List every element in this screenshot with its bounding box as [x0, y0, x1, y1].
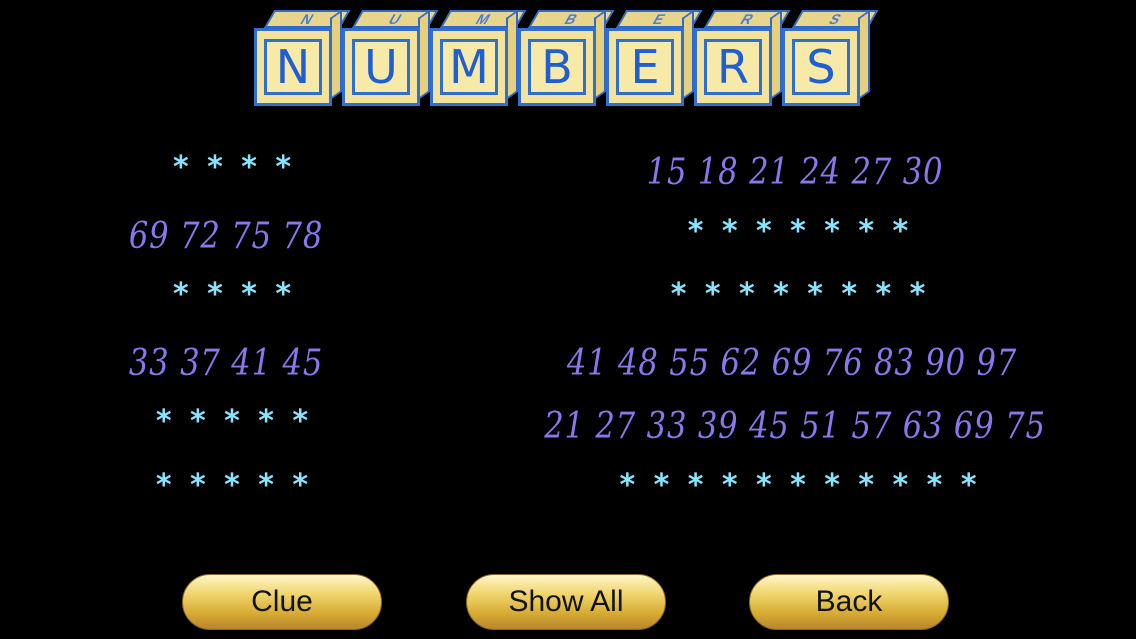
block-face: R	[694, 28, 772, 106]
left-row-6-hidden: * * * * *	[155, 468, 309, 503]
title-block-5: E E	[606, 9, 703, 106]
block-letter: S	[792, 39, 850, 95]
block-face: S	[782, 28, 860, 106]
right-row-4-sequence: 41 48 55 62 69 76 83 90 97	[566, 343, 1018, 384]
title-block-6: R R	[694, 9, 791, 106]
block-letter: M	[440, 39, 498, 95]
left-row-5-hidden: * * * * *	[155, 404, 309, 439]
right-row-2-hidden: * * * * * * *	[687, 214, 909, 249]
game-screen: N N U U M M B B E E R R S S * * * * 69 7…	[0, 0, 1136, 639]
title-block-1: N N	[254, 9, 351, 106]
left-row-2-sequence: 69 72 75 78	[128, 216, 324, 257]
numbers-title-blocks: N N U U M M B B E E R R S S	[254, 9, 884, 106]
back-button[interactable]: Back	[749, 574, 949, 630]
right-row-6-hidden: * * * * * * * * * * *	[619, 468, 977, 503]
title-block-7: S S	[782, 9, 879, 106]
block-letter: B	[528, 39, 586, 95]
clue-button[interactable]: Clue	[182, 574, 382, 630]
block-letter: R	[704, 39, 762, 95]
left-row-3-hidden: * * * *	[172, 277, 292, 312]
block-face: E	[606, 28, 684, 106]
block-face: N	[254, 28, 332, 106]
block-letter: E	[616, 39, 674, 95]
right-row-5-sequence: 21 27 33 39 45 51 57 63 69 75	[544, 406, 1046, 447]
title-block-4: B B	[518, 9, 615, 106]
block-face: M	[430, 28, 508, 106]
block-face: B	[518, 28, 596, 106]
title-block-2: U U	[342, 9, 439, 106]
block-letter: N	[264, 39, 322, 95]
show-all-button[interactable]: Show All	[466, 574, 666, 630]
left-row-4-sequence: 33 37 41 45	[128, 343, 324, 384]
title-block-3: M M	[430, 9, 527, 106]
right-row-3-hidden: * * * * * * * *	[670, 277, 926, 312]
block-face: U	[342, 28, 420, 106]
right-row-1-sequence: 15 18 21 24 27 30	[646, 152, 944, 193]
block-letter: U	[352, 39, 410, 95]
left-row-1-hidden: * * * *	[172, 150, 292, 185]
